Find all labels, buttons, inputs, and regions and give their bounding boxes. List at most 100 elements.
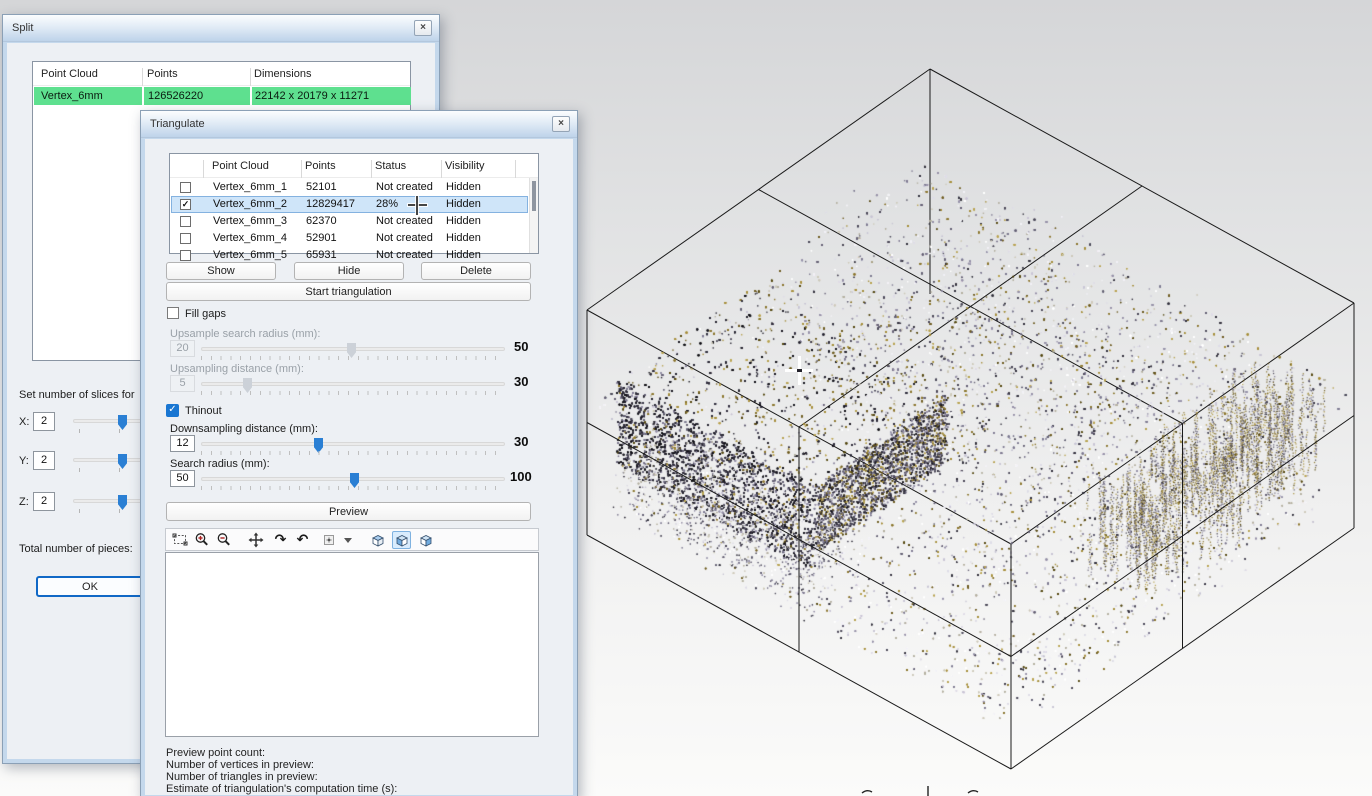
application-window: Split × Point Cloud Points Dimensions Ve… [0, 0, 1372, 796]
fill-gaps-label: Fill gaps [185, 308, 226, 320]
row-checkbox[interactable]: ✓ [180, 199, 191, 210]
row-checkbox[interactable] [180, 216, 191, 227]
slider-track[interactable] [201, 442, 505, 446]
start-triangulation-button[interactable]: Start triangulation [166, 282, 531, 301]
axis-value-x[interactable]: 2 [33, 412, 55, 431]
cell-point-cloud: Vertex_6mm_2 [213, 198, 287, 210]
slider-thumb[interactable] [118, 415, 127, 430]
cell-points: 62370 [306, 215, 337, 227]
slider-label: Search radius (mm): [170, 458, 270, 470]
table-scrollbar[interactable] [529, 178, 538, 253]
cell-points: 65931 [306, 249, 337, 261]
slider-value[interactable]: 5 [170, 375, 195, 392]
triangulate-table-header[interactable]: Point Cloud Points Status Visibility [170, 154, 538, 178]
col-points[interactable]: Points [147, 68, 178, 80]
rotate-cw-icon[interactable]: ↷ [271, 531, 290, 549]
slider-track[interactable] [201, 477, 505, 481]
cell-points: 126526220 [148, 90, 203, 102]
zoom-out-icon[interactable] [214, 531, 233, 549]
hide-button[interactable]: Hide [294, 262, 404, 280]
view-box-right-icon[interactable] [416, 531, 435, 549]
scrollbar-thumb[interactable] [532, 181, 536, 211]
rotate-ccw-icon[interactable]: ↶ [293, 531, 312, 549]
delete-button[interactable]: Delete [421, 262, 531, 280]
stat-vertices-in-preview: Number of vertices in preview: [166, 759, 314, 771]
slider-track[interactable] [201, 347, 505, 351]
slider-label: Upsampling distance (mm): [170, 363, 304, 375]
slider-value[interactable]: 12 [170, 435, 195, 452]
fill-gaps-checkbox[interactable] [167, 307, 179, 319]
cell-visibility: Hidden [446, 232, 481, 244]
close-icon[interactable]: × [552, 116, 570, 132]
ok-button[interactable]: OK [36, 576, 144, 597]
axis-value-z[interactable]: 2 [33, 492, 55, 511]
slider-track[interactable] [201, 382, 505, 386]
cell-point-cloud: Vertex_6mm_4 [213, 232, 287, 244]
slider-max-label: 30 [514, 434, 528, 449]
show-button[interactable]: Show [166, 262, 276, 280]
cell-visibility: Hidden [446, 198, 481, 210]
cell-points: 52101 [306, 181, 337, 193]
cell-points: 52901 [306, 232, 337, 244]
row-checkbox[interactable] [180, 182, 191, 193]
row-checkbox[interactable] [180, 233, 191, 244]
col-point-cloud[interactable]: Point Cloud [212, 160, 269, 172]
view-box-top-icon[interactable] [368, 531, 387, 549]
cell-status: Not created [376, 181, 433, 193]
triangulate-point-cloud-table[interactable]: Point Cloud Points Status Visibility Ver… [169, 153, 539, 254]
cell-status: Not created [376, 232, 433, 244]
cell-point-cloud: Vertex_6mm_5 [213, 249, 287, 261]
axis-label: Z: [19, 496, 29, 508]
col-status[interactable]: Status [375, 160, 406, 172]
col-dimensions[interactable]: Dimensions [254, 68, 311, 80]
stat-preview-point-count: Preview point count: [166, 747, 265, 759]
table-row[interactable]: Vertex_6mm_152101Not createdHidden [171, 179, 528, 196]
pan-icon[interactable] [246, 531, 265, 549]
axis-label: X: [19, 416, 29, 428]
slider-ticks [201, 451, 505, 455]
view-box-left-icon[interactable] [392, 531, 411, 549]
triangulate-titlebar[interactable]: Triangulate × [141, 111, 577, 138]
slider-search-radius: Search radius (mm): 50 100 [170, 458, 562, 502]
preview-area[interactable] [165, 552, 539, 737]
marquee-zoom-icon[interactable] [170, 531, 189, 549]
split-titlebar[interactable]: Split × [3, 15, 439, 42]
axis-value-y[interactable]: 2 [33, 451, 55, 470]
triangulate-dialog-body: Point Cloud Points Status Visibility Ver… [145, 139, 573, 795]
slider-label: Downsampling distance (mm): [170, 423, 318, 435]
table-row[interactable]: ✓ Vertex_6mm_2 12829417 28% Hidden [171, 196, 528, 213]
cell-point-cloud: Vertex_6mm_1 [213, 181, 287, 193]
slider-thumb[interactable] [118, 495, 127, 510]
cell-status: 28% [376, 198, 398, 210]
center-target-icon[interactable] [319, 531, 338, 549]
dropdown-caret-icon[interactable] [338, 531, 357, 549]
axis-label: Y: [19, 455, 29, 467]
slider-ticks [201, 486, 505, 490]
slider-max-label: 50 [514, 339, 528, 354]
table-row[interactable]: Vertex_6mm_362370Not createdHidden [171, 213, 528, 230]
slider-ticks [201, 391, 505, 395]
cell-visibility: Hidden [446, 215, 481, 227]
table-row[interactable]: Vertex_6mm_4 52901 Not created Hidden [171, 230, 528, 247]
slider-thumb[interactable] [118, 454, 127, 469]
slider-max-label: 30 [514, 374, 528, 389]
thinout-label: Thinout [185, 405, 222, 417]
table-row[interactable]: Vertex_6mm 126526220 22142 x 20179 x 112… [34, 87, 411, 105]
zoom-in-icon[interactable] [192, 531, 211, 549]
total-pieces-label: Total number of pieces: [19, 543, 133, 555]
triangulate-dialog-title: Triangulate [150, 118, 205, 130]
col-visibility[interactable]: Visibility [445, 160, 485, 172]
slices-label: Set number of slices for [19, 389, 135, 401]
slider-value[interactable]: 20 [170, 340, 195, 357]
slider-value[interactable]: 50 [170, 470, 195, 487]
row-checkbox[interactable] [180, 250, 191, 261]
preview-button[interactable]: Preview [166, 502, 531, 521]
cell-points: 12829417 [306, 198, 355, 210]
thinout-checkbox[interactable]: ✓ [166, 404, 179, 417]
cell-point-cloud: Vertex_6mm_3 [213, 215, 287, 227]
split-table-header[interactable]: Point Cloud Points Dimensions [33, 62, 410, 86]
close-icon[interactable]: × [414, 20, 432, 36]
col-points[interactable]: Points [305, 160, 336, 172]
slider-max-label: 100 [510, 469, 532, 484]
col-point-cloud[interactable]: Point Cloud [41, 68, 98, 80]
